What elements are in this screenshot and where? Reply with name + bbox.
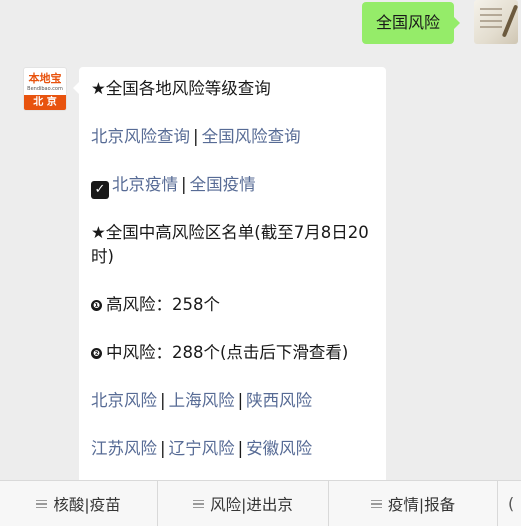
link-liaoning-risk[interactable]: 辽宁风险 xyxy=(169,439,235,458)
link-separator: | xyxy=(193,127,199,146)
menu-item-label: 风险|进出京 xyxy=(210,496,293,514)
avatar-brand: 本地宝 xyxy=(28,72,62,85)
menu-item-epidemic-report[interactable]: 疫情|报备 xyxy=(328,481,497,526)
link-national-epidemic[interactable]: 全国疫情 xyxy=(190,175,256,194)
link-beijing-epidemic[interactable]: 北京疫情 xyxy=(112,175,178,194)
link-separator: | xyxy=(160,391,166,410)
link-separator: | xyxy=(160,439,166,458)
link-beijing-risk[interactable]: 北京风险 xyxy=(91,391,157,410)
link-jiangsu-risk[interactable]: 江苏风险 xyxy=(91,439,157,458)
link-shanghai-risk[interactable]: 上海风险 xyxy=(169,391,235,410)
link-national-risk-query[interactable]: 全国风险查询 xyxy=(202,127,301,146)
menu-item-label: 核酸|疫苗 xyxy=(53,496,121,514)
bendibao-avatar[interactable]: 本地宝 Bendibao.com 北 京 xyxy=(23,67,67,111)
risk-list-title: ★全国中高风险区名单(截至7月8日20时) xyxy=(91,223,369,266)
link-beijing-risk-query[interactable]: 北京风险查询 xyxy=(91,127,190,146)
region-links-row-2: 江苏风险 | 辽宁风险 | 安徽风险 xyxy=(91,437,376,461)
mid-risk-line: ❷ 中风险：288个(点击后下滑查看) xyxy=(91,341,376,365)
avatar-site: Bendibao.com xyxy=(27,86,63,92)
avatar-city: 北 京 xyxy=(24,95,66,110)
menu-item-nucleic-vaccine[interactable]: 核酸|疫苗 xyxy=(0,481,157,526)
menu-item-risk-travel[interactable]: 风险|进出京 xyxy=(157,481,328,526)
outgoing-message-bubble[interactable]: 全国风险 xyxy=(361,2,461,44)
link-shaanxi-risk[interactable]: 陕西风险 xyxy=(246,391,312,410)
keyboard-toggle-icon[interactable]: ( xyxy=(497,481,521,526)
menu-icon xyxy=(193,498,205,511)
mid-risk-count: 中风险：288个(点击后下滑查看) xyxy=(106,343,349,362)
number-one-icon: ❶ xyxy=(91,300,102,311)
link-separator: | xyxy=(237,391,244,410)
user-avatar[interactable] xyxy=(474,0,518,44)
high-risk-line: ❶ 高风险：258个 xyxy=(91,293,376,317)
check-icon: ✓ xyxy=(91,181,109,199)
high-risk-count: 高风险：258个 xyxy=(106,295,220,314)
menu-icon xyxy=(370,498,382,511)
link-separator: | xyxy=(181,175,187,194)
number-two-icon: ❷ xyxy=(91,348,102,359)
outgoing-message-row: 全国风险 xyxy=(0,0,521,50)
link-separator: | xyxy=(237,439,244,458)
link-anhui-risk[interactable]: 安徽风险 xyxy=(246,439,312,458)
message-title: ★全国各地风险等级查询 xyxy=(91,79,271,98)
bottom-menu-bar: 核酸|疫苗 风险|进出京 疫情|报备 ( xyxy=(0,480,521,526)
incoming-message-bubble: ★全国各地风险等级查询 北京风险查询 | 全国风险查询 ✓ 北京疫情 | 全国疫情 ★全国… xyxy=(73,67,386,487)
region-links-row-1: 北京风险 | 上海风险 | 陕西风险 xyxy=(91,389,376,413)
menu-icon xyxy=(36,498,48,511)
risk-query-links: 北京风险查询 | 全国风险查询 xyxy=(91,125,376,149)
epidemic-links: ✓ 北京疫情 | 全国疫情 xyxy=(91,173,376,199)
menu-item-label: 疫情|报备 xyxy=(387,496,456,514)
